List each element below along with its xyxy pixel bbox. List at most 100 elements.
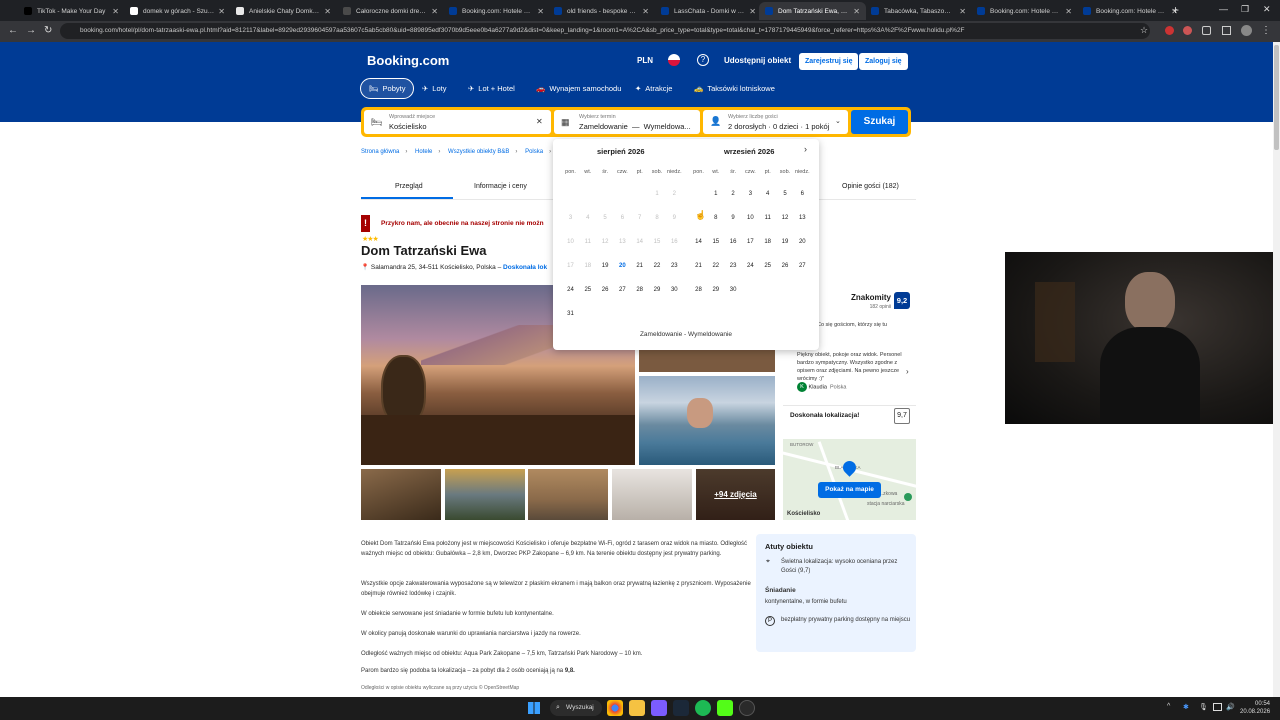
- breadcrumb-bnb[interactable]: Wszystkie obiekty B&B: [448, 149, 509, 155]
- calendar-day[interactable]: 23: [666, 263, 683, 269]
- calendar-day[interactable]: 18: [759, 239, 776, 245]
- calendar-day[interactable]: 25: [759, 263, 776, 269]
- new-tab-icon[interactable]: +: [1172, 3, 1179, 17]
- breadcrumb-hotels[interactable]: Hotele: [415, 149, 432, 155]
- login-button[interactable]: Zaloguj się: [859, 53, 908, 70]
- currency-selector[interactable]: PLN: [637, 56, 653, 65]
- extensions-icon[interactable]: [1202, 26, 1211, 35]
- nav-attractions[interactable]: ✦ Atrakcje: [627, 78, 680, 99]
- url-input[interactable]: booking.com/hotel/pl/dom-tatrzaaski-ewa.…: [60, 23, 1150, 39]
- microphone-icon[interactable]: 🎙: [1199, 703, 1208, 711]
- browser-tab[interactable]: Booking.com: Hotele – Ko ✕: [1077, 2, 1184, 20]
- minimize-icon[interactable]: —: [1219, 4, 1228, 14]
- breadcrumb-home[interactable]: Strona główna: [361, 149, 399, 155]
- location-link[interactable]: Doskonała lok: [503, 264, 547, 271]
- calendar-day[interactable]: 28: [690, 287, 707, 293]
- volume-icon[interactable]: 🔊: [1226, 703, 1235, 711]
- browser-tab[interactable]: Booking.com: Hotele – Za ✕: [443, 2, 550, 20]
- more-photos-button[interactable]: +94 zdjęcia: [696, 469, 775, 520]
- browser-tab[interactable]: Dom Tatrzański Ewa, Kośc ✕: [759, 2, 866, 20]
- browser-tab[interactable]: Booking.com: Hotele – Ko ✕: [971, 2, 1078, 20]
- show-on-map-button[interactable]: Pokaż na mapie: [818, 482, 881, 498]
- calendar-day[interactable]: 15: [707, 239, 724, 245]
- destination-field[interactable]: 🛏 Wprowadź miejsce Kościelisko ✕: [364, 110, 551, 134]
- date-field[interactable]: ▦ Wybierz termin Zameldowanie — Wymeldow…: [554, 110, 700, 134]
- register-button[interactable]: Zarejestruj się: [799, 53, 859, 70]
- obs-icon[interactable]: [739, 700, 755, 716]
- calendar-day[interactable]: 27: [794, 263, 811, 269]
- list-property-link[interactable]: Udostępnij obiekt: [724, 56, 791, 65]
- back-icon[interactable]: ←: [8, 25, 18, 36]
- close-tab-icon[interactable]: ✕: [1065, 7, 1072, 16]
- close-tab-icon[interactable]: ✕: [537, 7, 544, 16]
- calendar-day[interactable]: 11: [759, 215, 776, 221]
- extension-icon[interactable]: [1165, 26, 1174, 35]
- calendar-day[interactable]: 3: [742, 191, 759, 197]
- calendar-day[interactable]: 2: [725, 191, 742, 197]
- bluetooth-icon[interactable]: ✱: [1183, 703, 1189, 711]
- browser-tab[interactable]: Tabacówka, Tabaszowa (p ✕: [865, 2, 972, 20]
- thumb-photo-1[interactable]: [361, 469, 441, 520]
- calendar-day[interactable]: 9: [725, 215, 742, 221]
- help-icon[interactable]: ?: [697, 54, 709, 66]
- calendar-day[interactable]: 31: [562, 311, 579, 317]
- calendar-day[interactable]: 22: [707, 263, 724, 269]
- calendar-day[interactable]: 21: [690, 263, 707, 269]
- scrollbar-thumb[interactable]: [1274, 45, 1279, 150]
- calendar-day[interactable]: 30: [666, 287, 683, 293]
- profile-avatar[interactable]: [1241, 25, 1252, 36]
- browser-tab[interactable]: domek w górach - Szukaj ✕: [124, 2, 231, 20]
- calendar-day[interactable]: 24: [742, 263, 759, 269]
- chrome-taskbar-icon[interactable]: [607, 700, 623, 716]
- calendar-day[interactable]: 8: [707, 215, 724, 221]
- calendar-day[interactable]: 29: [649, 287, 666, 293]
- thumb-photo-2[interactable]: [445, 469, 525, 520]
- kick-icon[interactable]: [717, 700, 733, 716]
- review-score-badge[interactable]: 9,2: [894, 292, 910, 309]
- calendar-day[interactable]: 25: [579, 287, 596, 293]
- calendar-day[interactable]: 26: [597, 287, 614, 293]
- chevron-right-icon[interactable]: ›: [906, 367, 909, 376]
- calendar-day[interactable]: 19: [777, 239, 794, 245]
- calendar-day[interactable]: 4: [759, 191, 776, 197]
- calendar-day[interactable]: 20: [614, 263, 631, 269]
- file-explorer-icon[interactable]: [629, 700, 645, 716]
- calendar-day[interactable]: 14: [690, 239, 707, 245]
- nav-airport-taxis[interactable]: 🚕 Taksówki lotniskowe: [686, 78, 783, 99]
- nav-stays[interactable]: 🛏 Pobyty: [360, 78, 415, 99]
- search-button[interactable]: Szukaj: [851, 110, 908, 134]
- map-preview[interactable]: BUTOROW BLAS...WKA ...zkowa stacja narci…: [783, 439, 916, 520]
- calendar-day[interactable]: 29: [707, 287, 724, 293]
- browser-tab[interactable]: old friends - bespoke villa ✕: [548, 2, 655, 20]
- calendar-day[interactable]: 22: [649, 263, 666, 269]
- calendar-day[interactable]: 16: [725, 239, 742, 245]
- browser-tab[interactable]: Całoroczne domki drewn ✕: [337, 2, 444, 20]
- windows-start-icon[interactable]: [528, 702, 540, 714]
- calendar-day[interactable]: 10: [742, 215, 759, 221]
- clock[interactable]: 00:54 20.08.2026: [1240, 700, 1270, 716]
- language-flag-icon[interactable]: [668, 54, 680, 66]
- calendar-day[interactable]: 23: [725, 263, 742, 269]
- sidepanel-icon[interactable]: [1222, 26, 1231, 35]
- calendar-day[interactable]: 19: [597, 263, 614, 269]
- booking-logo[interactable]: Booking.com: [367, 53, 449, 68]
- menu-icon[interactable]: ⋮: [1261, 25, 1271, 36]
- nav-flights[interactable]: ✈ Loty: [414, 78, 454, 99]
- forward-icon[interactable]: →: [26, 25, 36, 36]
- breadcrumb-country[interactable]: Polska: [525, 149, 543, 155]
- thumb-photo-3[interactable]: [528, 469, 608, 520]
- reload-icon[interactable]: ↻: [44, 25, 52, 36]
- close-tab-icon[interactable]: ✕: [853, 7, 860, 16]
- close-tab-icon[interactable]: ✕: [324, 7, 331, 16]
- clear-icon[interactable]: ✕: [536, 117, 543, 126]
- taskbar-search[interactable]: ⌕ Wyszukaj: [550, 700, 602, 716]
- calendar-day[interactable]: 5: [777, 191, 794, 197]
- tab-overview[interactable]: Przegląd: [395, 183, 423, 190]
- close-window-icon[interactable]: ✕: [1263, 4, 1271, 15]
- guests-field[interactable]: 👤 Wybierz liczbę gości 2 dorosłych · 0 d…: [703, 110, 848, 134]
- close-tab-icon[interactable]: ✕: [749, 7, 756, 16]
- close-tab-icon[interactable]: ✕: [218, 7, 225, 16]
- bookmark-star-icon[interactable]: ☆: [1140, 25, 1148, 36]
- display-icon[interactable]: [1213, 703, 1222, 711]
- thumb-photo-4[interactable]: [612, 469, 692, 520]
